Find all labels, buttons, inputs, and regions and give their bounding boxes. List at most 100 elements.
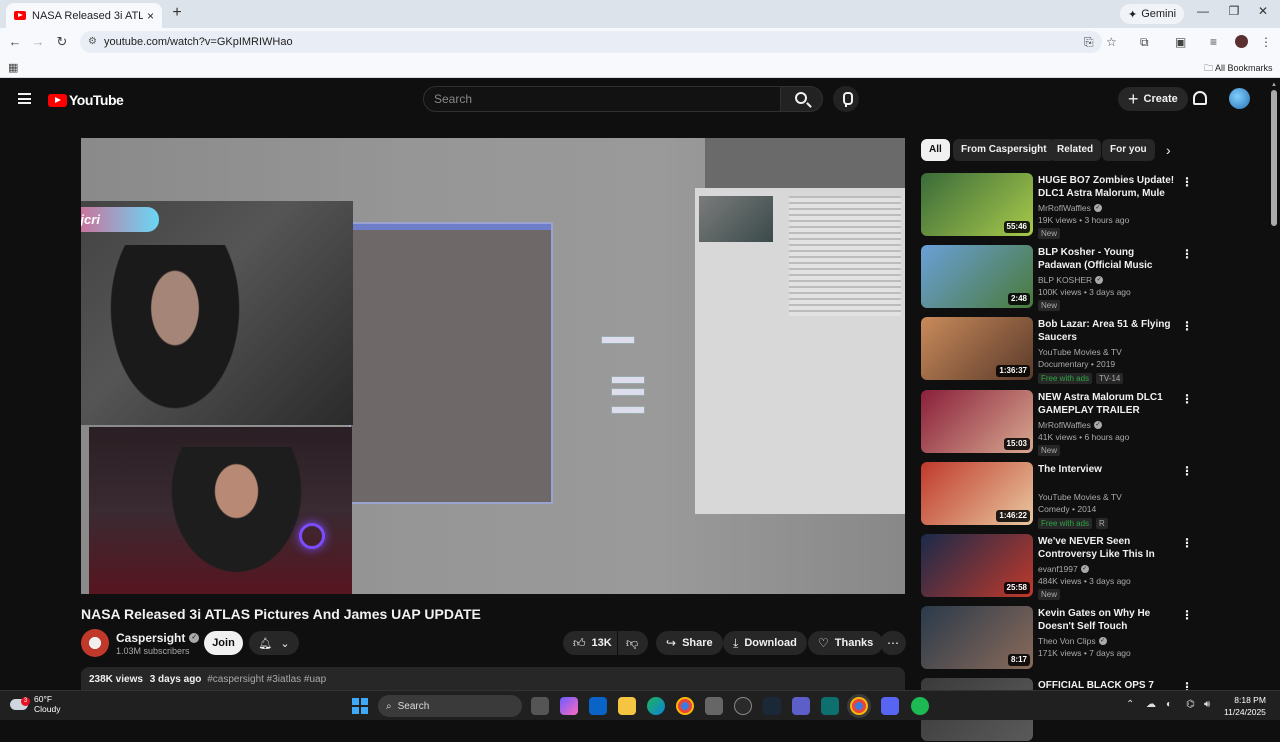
subscribed-bell-button[interactable]: 🔔︎ ⌄ <box>249 631 299 655</box>
scroll-up-icon[interactable]: ▲ <box>1271 82 1277 88</box>
steam-icon[interactable] <box>763 697 781 715</box>
like-button[interactable]: 👍︎ 13K <box>563 631 617 655</box>
channel-name-row[interactable]: Caspersight ✓ <box>116 631 200 645</box>
download-button[interactable]: ⤓ Download <box>723 631 807 655</box>
extensions-icon[interactable]: ⧉ <box>1140 35 1149 50</box>
copilot-icon[interactable] <box>560 697 578 715</box>
channel-name[interactable]: YouTube Movies & TV <box>1038 347 1122 357</box>
recommendation-thumbnail[interactable]: 8:17 <box>921 606 1033 669</box>
close-window-icon[interactable]: ✕ <box>1253 4 1273 18</box>
recommendation-title[interactable]: We've NEVER Seen Controversy Like This I… <box>1038 535 1178 561</box>
recommendation-title[interactable]: HUGE BO7 Zombies Update! DLC1 Astra Malo… <box>1038 174 1178 200</box>
channel-name[interactable]: BLP KOSHER <box>1038 275 1092 285</box>
discord-icon[interactable] <box>881 697 899 715</box>
youtube-logo[interactable]: YouTube <box>48 92 124 108</box>
tray-app-icon[interactable]: ◐ <box>1166 699 1172 710</box>
more-options-icon[interactable]: ⋮ <box>1181 464 1193 478</box>
user-avatar[interactable] <box>1229 88 1250 109</box>
chrome-icon[interactable] <box>676 697 694 715</box>
outlook-icon[interactable] <box>589 697 607 715</box>
install-app-icon[interactable]: ⎘ <box>1084 35 1094 50</box>
browser-tab[interactable]: NASA Released 3i ATLAS Pictures × <box>6 3 162 28</box>
recommendation-thumbnail[interactable]: 2:48 <box>921 245 1033 308</box>
tray-overflow-icon[interactable]: ⌃ <box>1126 699 1134 710</box>
recommendation-title[interactable]: BLP Kosher - Young Padawan (Official Mus… <box>1038 246 1178 272</box>
media-control-icon[interactable]: ≡ <box>1210 35 1217 49</box>
restore-icon[interactable]: ❐ <box>1224 4 1244 18</box>
channel-name[interactable]: evanf1997 <box>1038 564 1078 574</box>
chip-all[interactable]: All <box>921 139 950 161</box>
thanks-button[interactable]: ♡ Thanks <box>808 631 884 655</box>
chip-for-you[interactable]: For you <box>1102 139 1155 161</box>
dislike-button[interactable]: 👎︎ <box>618 631 648 655</box>
more-options-icon[interactable]: ⋮ <box>1181 247 1193 261</box>
recommendation-item[interactable]: 55:46 HUGE BO7 Zombies Update! DLC1 Astra… <box>921 173 1261 239</box>
channel-name[interactable]: Caspersight <box>116 631 185 645</box>
recommendation-channel[interactable]: YouTube Movies & TV <box>1038 347 1122 357</box>
minimize-icon[interactable]: — <box>1193 4 1213 18</box>
search-button[interactable] <box>781 86 823 112</box>
system-clock[interactable]: 8:18 PM 11/24/2025 <box>1224 694 1266 718</box>
back-icon[interactable]: ← <box>6 34 24 49</box>
recommendation-title[interactable]: Bob Lazar: Area 51 & Flying Saucers <box>1038 318 1178 344</box>
teams-icon[interactable] <box>792 697 810 715</box>
new-tab-button[interactable]: + <box>168 4 186 22</box>
recommendation-thumbnail[interactable]: 25:58 <box>921 534 1033 597</box>
channel-name[interactable]: MrRoflWaffles <box>1038 420 1091 430</box>
chevron-right-icon[interactable]: › <box>1166 142 1171 158</box>
page-scrollbar[interactable] <box>1271 90 1277 226</box>
recommendation-channel[interactable]: YouTube Movies & TV <box>1038 492 1122 502</box>
recommendation-item[interactable]: 1:36:37 Bob Lazar: Area 51 & Flying Sauce… <box>921 317 1261 384</box>
file-explorer-icon[interactable] <box>618 697 636 715</box>
menu-kebab-icon[interactable]: ⋮ <box>1260 35 1272 49</box>
create-button[interactable]: + Create <box>1118 87 1188 111</box>
join-button[interactable]: Join <box>204 631 243 655</box>
weather-widget[interactable]: 3 60°F Cloudy <box>10 694 60 714</box>
channel-name[interactable]: MrRoflWaffles <box>1038 203 1091 213</box>
recommendation-item[interactable]: 1:46:22 The Interview YouTube Movies & TV C… <box>921 462 1261 529</box>
windows-start-icon[interactable] <box>352 698 368 714</box>
calculator-icon[interactable] <box>705 697 723 715</box>
tab-search-icon[interactable]: ▣ <box>1175 35 1186 49</box>
edge-icon[interactable] <box>647 697 665 715</box>
game-controller-icon[interactable] <box>734 697 752 715</box>
profile-avatar[interactable] <box>1235 35 1248 48</box>
spotify-icon[interactable] <box>911 697 929 715</box>
network-icon[interactable]: ⌬ <box>1186 699 1195 710</box>
all-bookmarks-button[interactable]: 🗀 All Bookmarks <box>1204 61 1273 77</box>
more-actions-button[interactable]: ⋯ <box>880 631 906 655</box>
recommendation-title[interactable]: NEW Astra Malorum DLC1 GAMEPLAY TRAILER … <box>1038 391 1178 417</box>
voice-search-icon[interactable] <box>833 86 859 112</box>
tray-app-icon[interactable]: ☁ <box>1146 699 1156 710</box>
search-input[interactable]: Search <box>423 86 781 112</box>
reload-icon[interactable]: ↻ <box>53 34 71 50</box>
taskbar-search[interactable]: ⌕ Search <box>378 695 522 717</box>
more-options-icon[interactable]: ⋮ <box>1181 608 1193 622</box>
chip-from-caspersight[interactable]: From Caspersight <box>953 139 1055 161</box>
omnibox[interactable]: ⚙ youtube.com/watch?v=GKpIMRIWHao <box>80 31 1102 53</box>
chip-related[interactable]: Related <box>1049 139 1102 161</box>
share-button[interactable]: ↪ Share <box>656 631 723 655</box>
chrome-active-icon[interactable] <box>850 697 868 715</box>
bookmark-star-icon[interactable]: ☆ <box>1106 35 1117 49</box>
volume-icon[interactable]: 🔊︎ <box>1204 699 1210 710</box>
more-options-icon[interactable]: ⋮ <box>1181 175 1193 189</box>
recommendation-thumbnail[interactable]: 1:36:37 <box>921 317 1033 380</box>
recommendation-item[interactable]: 25:58 We've NEVER Seen Controversy Like T… <box>921 534 1261 600</box>
recommendation-channel[interactable]: MrRoflWaffles ✓ <box>1038 420 1102 430</box>
recommendation-channel[interactable]: BLP KOSHER ✓ <box>1038 275 1104 285</box>
recommendation-channel[interactable]: Theo Von Clips ✓ <box>1038 636 1107 646</box>
gemini-button[interactable]: ✦ Gemini <box>1120 4 1185 24</box>
recommendation-channel[interactable]: evanf1997 ✓ <box>1038 564 1089 574</box>
hamburger-menu-icon[interactable] <box>18 93 31 104</box>
channel-avatar[interactable] <box>81 629 109 657</box>
recommendation-channel[interactable]: MrRoflWaffles ✓ <box>1038 203 1102 213</box>
more-options-icon[interactable]: ⋮ <box>1181 319 1193 333</box>
channel-name[interactable]: Theo Von Clips <box>1038 636 1096 646</box>
task-view-icon[interactable] <box>531 697 549 715</box>
recommendation-title[interactable]: The Interview <box>1038 463 1178 476</box>
forward-icon[interactable]: → <box>29 34 47 49</box>
app-icon[interactable] <box>821 697 839 715</box>
recommendation-item[interactable]: 8:17 Kevin Gates on Why He Doesn't Self T… <box>921 606 1261 670</box>
recommendation-item[interactable]: 15:03 NEW Astra Malorum DLC1 GAMEPLAY TRA… <box>921 390 1261 456</box>
